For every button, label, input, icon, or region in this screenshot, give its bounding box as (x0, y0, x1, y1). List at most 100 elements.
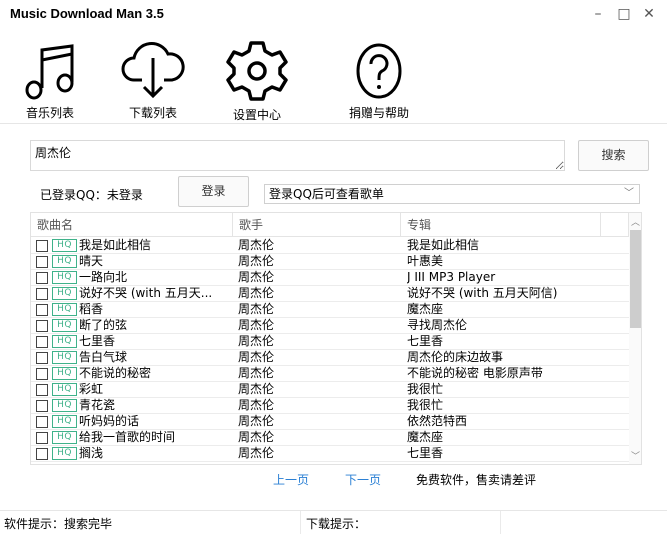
download-status: 下载提示： (306, 517, 367, 531)
artist-name: 周杰伦 (238, 398, 275, 412)
vertical-scrollbar[interactable]: ︿ ﹀ (629, 213, 641, 464)
software-status: 软件提示：搜索完毕 (4, 517, 113, 531)
table-row[interactable]: HQ 我是如此相信 周杰伦 我是如此相信 (31, 238, 629, 254)
row-checkbox[interactable] (36, 256, 48, 268)
row-checkbox[interactable] (36, 240, 48, 252)
album-name: 魔杰座 (407, 302, 444, 316)
table-row[interactable]: HQ 断了的弦 周杰伦 寻找周杰伦 (31, 318, 629, 334)
maximize-button[interactable]: □ (616, 6, 632, 22)
column-header-album[interactable]: 专辑 (401, 213, 601, 237)
song-name: 我是如此相信 (79, 238, 152, 252)
artist-name: 周杰伦 (238, 302, 275, 316)
playlist-select[interactable]: 登录QQ后可查看歌单 ﹀ (264, 184, 640, 204)
album-name: 七里香 (407, 334, 444, 348)
cloud-download-icon (121, 42, 185, 99)
table-row[interactable]: HQ 稻香 周杰伦 魔杰座 (31, 302, 629, 318)
column-header-song[interactable]: 歌曲名 (31, 213, 233, 237)
scrollbar-thumb[interactable] (630, 230, 641, 328)
artist-name: 周杰伦 (238, 270, 275, 284)
row-checkbox[interactable] (36, 352, 48, 364)
artist-name: 周杰伦 (238, 286, 275, 300)
hq-badge: HQ (52, 319, 77, 332)
minimize-button[interactable]: – (590, 6, 606, 22)
row-checkbox[interactable] (36, 448, 48, 460)
table-row[interactable]: HQ 彩虹 周杰伦 我很忙 (31, 382, 629, 398)
chevron-down-icon: ﹀ (624, 188, 634, 199)
table-row[interactable]: HQ 说好不哭 (with 五月天... 周杰伦 说好不哭 (with 五月天阿信) (31, 286, 629, 302)
artist-name: 周杰伦 (238, 350, 275, 364)
search-button[interactable]: 搜索 (578, 140, 649, 171)
artist-name: 周杰伦 (238, 318, 275, 332)
toolbar-download-list[interactable]: 下载列表 (108, 40, 198, 121)
artist-name: 周杰伦 (238, 414, 275, 428)
hq-badge: HQ (52, 255, 77, 268)
song-name: 断了的弦 (79, 318, 128, 332)
toolbar-label: 下载列表 (128, 106, 177, 120)
hq-badge: HQ (52, 335, 77, 348)
row-checkbox[interactable] (36, 368, 48, 380)
row-checkbox[interactable] (36, 304, 48, 316)
row-checkbox[interactable] (36, 320, 48, 332)
song-name: 听妈妈的话 (79, 414, 140, 428)
album-name: 七里香 (407, 446, 444, 460)
table-row[interactable]: HQ 不能说的秘密 周杰伦 不能说的秘密 电影原声带 (31, 366, 629, 382)
next-page-link[interactable]: 下一页 (345, 471, 381, 488)
song-name: 说好不哭 (with 五月天... (79, 286, 213, 300)
album-name: J III MP3 Player (407, 270, 496, 284)
artist-name: 周杰伦 (238, 366, 275, 380)
search-input[interactable]: 周杰伦 (30, 140, 565, 171)
scroll-down-icon[interactable]: ﹀ (629, 449, 641, 462)
help-icon (356, 43, 402, 99)
music-note-icon (25, 44, 74, 100)
free-software-notice: 免费软件，售卖请差评 (416, 473, 537, 487)
table-row[interactable]: HQ 青花瓷 周杰伦 我很忙 (31, 398, 629, 414)
row-checkbox[interactable] (36, 272, 48, 284)
toolbar-donate-help[interactable]: 捐赠与帮助 (334, 40, 424, 121)
row-checkbox[interactable] (36, 384, 48, 396)
login-button[interactable]: 登录 (178, 176, 249, 207)
toolbar-music-list[interactable]: 音乐列表 (5, 40, 95, 121)
album-name: 魔杰座 (407, 430, 444, 444)
song-name: 一路向北 (79, 270, 128, 284)
table-row[interactable]: HQ 七里香 周杰伦 七里香 (31, 334, 629, 350)
gear-icon (226, 41, 288, 101)
song-name: 七里香 (79, 334, 116, 348)
album-name: 不能说的秘密 电影原声带 (407, 366, 543, 380)
row-checkbox[interactable] (36, 432, 48, 444)
table-row[interactable]: HQ 晴天 周杰伦 叶惠美 (31, 254, 629, 270)
row-checkbox[interactable] (36, 416, 48, 428)
album-name: 说好不哭 (with 五月天阿信) (407, 286, 558, 300)
song-name: 青花瓷 (79, 398, 116, 412)
table-row[interactable]: HQ 听妈妈的话 周杰伦 依然范特西 (31, 414, 629, 430)
prev-page-link[interactable]: 上一页 (273, 471, 309, 488)
album-name: 寻找周杰伦 (407, 318, 468, 332)
toolbar-divider (0, 123, 667, 124)
table-row[interactable]: HQ 一路向北 周杰伦 J III MP3 Player (31, 270, 629, 286)
hq-badge: HQ (52, 303, 77, 316)
row-checkbox[interactable] (36, 288, 48, 300)
toolbar-settings[interactable]: 设置中心 (212, 40, 302, 123)
row-checkbox[interactable] (36, 336, 48, 348)
table-row[interactable]: HQ 搁浅 周杰伦 七里香 (31, 446, 629, 462)
hq-badge: HQ (52, 367, 77, 380)
album-name: 我很忙 (407, 382, 444, 396)
song-name: 给我一首歌的时间 (79, 430, 176, 444)
hq-badge: HQ (52, 287, 77, 300)
song-table: 歌曲名 歌手 专辑 HQ 我是如此相信 周杰伦 我是如此相信 HQ 晴天 周杰伦 叶惠美 HQ 一… (30, 212, 642, 465)
row-checkbox[interactable] (36, 400, 48, 412)
table-row[interactable]: HQ 告白气球 周杰伦 周杰伦的床边故事 (31, 350, 629, 366)
artist-name: 周杰伦 (238, 382, 275, 396)
column-header-artist[interactable]: 歌手 (233, 213, 401, 237)
album-name: 叶惠美 (407, 254, 444, 268)
playlist-select-value: 登录QQ后可查看歌单 (269, 187, 384, 201)
close-button[interactable]: ✕ (641, 6, 657, 22)
artist-name: 周杰伦 (238, 446, 275, 460)
scroll-up-icon[interactable]: ︿ (629, 215, 641, 228)
toolbar-label: 捐赠与帮助 (348, 106, 409, 120)
album-name: 我是如此相信 (407, 238, 480, 252)
status-bar: 软件提示：搜索完毕 下载提示： (0, 510, 667, 534)
table-row[interactable]: HQ 给我一首歌的时间 周杰伦 魔杰座 (31, 430, 629, 446)
song-name: 搁浅 (79, 446, 104, 460)
artist-name: 周杰伦 (238, 334, 275, 348)
album-name: 依然范特西 (407, 414, 468, 428)
